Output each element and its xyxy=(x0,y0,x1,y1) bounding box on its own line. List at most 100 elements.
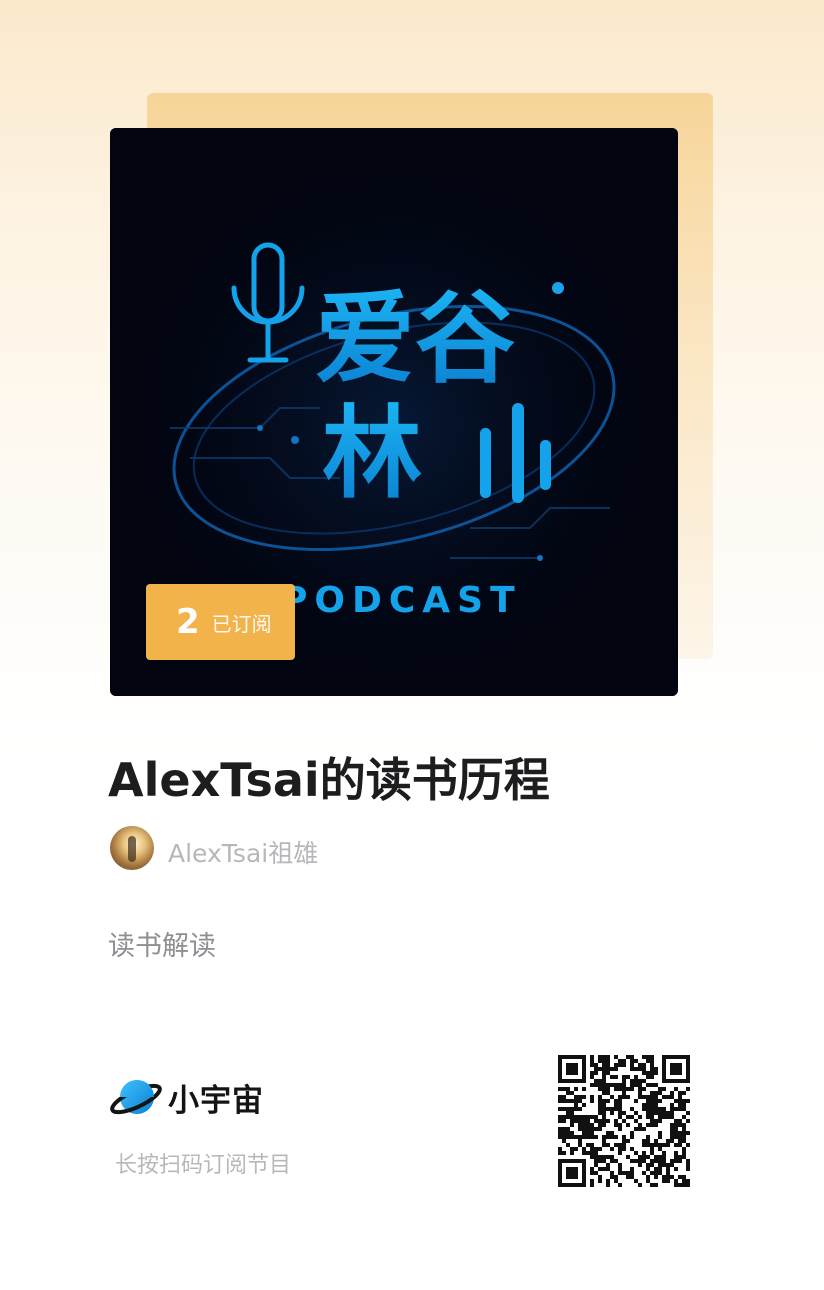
qr-module xyxy=(570,1131,574,1135)
qr-module xyxy=(602,1091,606,1095)
qr-module xyxy=(646,1143,650,1147)
qr-module xyxy=(666,1143,670,1147)
brand-name: 小宇宙 xyxy=(168,1083,264,1119)
qr-module xyxy=(586,1115,590,1119)
qr-module xyxy=(570,1147,574,1151)
qr-module xyxy=(682,1179,686,1183)
qr-module xyxy=(666,1139,670,1143)
qr-module xyxy=(614,1175,618,1179)
qr-module xyxy=(558,1131,562,1135)
qr-module xyxy=(578,1135,582,1139)
qr-module xyxy=(594,1155,598,1159)
qr-module xyxy=(638,1091,642,1095)
qr-module xyxy=(686,1131,690,1135)
qr-module xyxy=(678,1155,682,1159)
qr-module xyxy=(614,1075,618,1079)
qr-module xyxy=(606,1071,610,1075)
qr-module xyxy=(610,1095,614,1099)
qr-module xyxy=(618,1111,622,1115)
qr-module xyxy=(582,1135,586,1139)
qr-module xyxy=(646,1155,650,1159)
cover-title-line2: 林 xyxy=(322,395,422,512)
qr-module xyxy=(670,1123,674,1127)
qr-module xyxy=(682,1175,686,1179)
qr-module xyxy=(642,1107,646,1111)
qr-module xyxy=(602,1159,606,1163)
qr-module xyxy=(674,1179,678,1183)
qr-module xyxy=(650,1119,654,1123)
qr-module xyxy=(646,1135,650,1139)
qr-module xyxy=(558,1087,562,1091)
qr-module xyxy=(662,1111,666,1115)
qr-module xyxy=(654,1171,658,1175)
qr-module xyxy=(678,1175,682,1179)
qr-module xyxy=(654,1143,658,1147)
qr-module xyxy=(562,1099,566,1103)
qr-module xyxy=(602,1155,606,1159)
qr-module xyxy=(662,1095,666,1099)
qr-module xyxy=(590,1115,594,1119)
qr-module xyxy=(578,1115,582,1119)
qr-module xyxy=(578,1123,582,1127)
qr-module xyxy=(630,1079,634,1083)
qr-module xyxy=(622,1079,626,1083)
qr-module xyxy=(626,1075,630,1079)
qr-module xyxy=(566,1111,570,1115)
qr-module xyxy=(566,1131,570,1135)
qr-module xyxy=(678,1139,682,1143)
qr-module xyxy=(602,1103,606,1107)
author-name[interactable]: AlexTsai祖雄 xyxy=(168,834,318,870)
qr-module xyxy=(654,1159,658,1163)
qr-module xyxy=(686,1159,690,1163)
qr-module xyxy=(594,1127,598,1131)
qr-module xyxy=(570,1099,574,1103)
qr-module xyxy=(602,1107,606,1111)
author-avatar[interactable] xyxy=(110,826,154,870)
qr-module xyxy=(666,1163,670,1167)
qr-module xyxy=(606,1183,610,1187)
qr-module xyxy=(654,1123,658,1127)
qr-module xyxy=(650,1115,654,1119)
qr-module xyxy=(614,1103,618,1107)
qr-module xyxy=(558,1135,562,1139)
qr-module xyxy=(650,1151,654,1155)
qr-module xyxy=(562,1131,566,1135)
qr-module xyxy=(622,1111,626,1115)
qr-module xyxy=(678,1131,682,1135)
qr-module xyxy=(650,1163,654,1167)
qr-module xyxy=(674,1151,678,1155)
qr-module xyxy=(590,1135,594,1139)
qr-module xyxy=(642,1143,646,1147)
qr-module xyxy=(610,1111,614,1115)
qr-module xyxy=(594,1135,598,1139)
qr-module xyxy=(606,1163,610,1167)
qr-module xyxy=(602,1123,606,1127)
qr-module xyxy=(642,1079,646,1083)
qr-module xyxy=(562,1107,566,1111)
qr-module xyxy=(674,1183,678,1187)
qr-module xyxy=(630,1167,634,1171)
qr-module xyxy=(686,1099,690,1103)
qr-code[interactable] xyxy=(558,1055,690,1187)
qr-finder-pattern xyxy=(558,1159,586,1187)
qr-module xyxy=(658,1147,662,1151)
qr-module xyxy=(598,1179,602,1183)
qr-module xyxy=(586,1123,590,1127)
qr-module xyxy=(682,1155,686,1159)
qr-module xyxy=(594,1163,598,1167)
qr-module xyxy=(622,1063,626,1067)
qr-module xyxy=(670,1103,674,1107)
qr-module xyxy=(658,1135,662,1139)
scan-hint: 长按扫码订阅节目 xyxy=(115,1153,292,1178)
qr-module xyxy=(654,1175,658,1179)
qr-module xyxy=(598,1055,602,1059)
qr-module xyxy=(606,1167,610,1171)
qr-module xyxy=(674,1135,678,1139)
qr-module xyxy=(654,1091,658,1095)
qr-module xyxy=(658,1111,662,1115)
qr-module xyxy=(670,1175,674,1179)
qr-module xyxy=(614,1067,618,1071)
qr-module xyxy=(562,1127,566,1131)
qr-module xyxy=(630,1063,634,1067)
qr-module xyxy=(586,1135,590,1139)
